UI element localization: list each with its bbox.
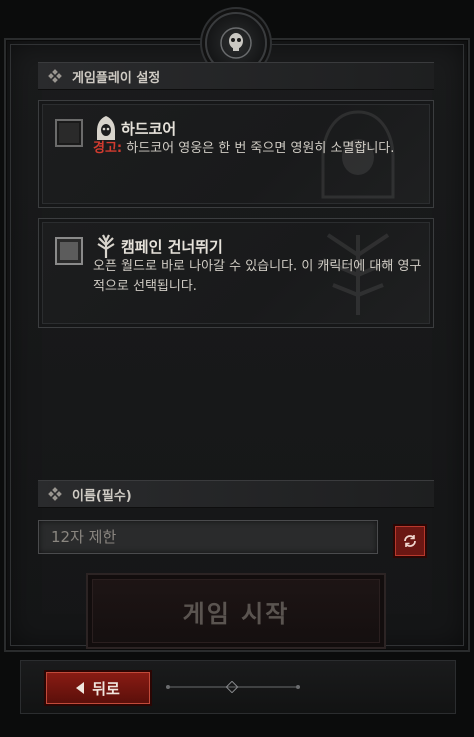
diamond-ornament-icon	[48, 487, 62, 501]
hardcore-description-text: 하드코어 영웅은 한 번 죽으면 영원히 소멸합니다.	[122, 141, 395, 156]
skip-campaign-option[interactable]: 캠페인 건너뛰기 오픈 월드로 바로 나아갈 수 있습니다. 이 캐릭터에 대해…	[38, 218, 434, 328]
character-name-input[interactable]	[38, 520, 378, 554]
tree-icon	[97, 234, 115, 258]
section-title: 이름(필수)	[72, 488, 132, 504]
hardcore-option[interactable]: 하드코어 경고: 하드코어 영웅은 한 번 죽으면 영원히 소멸합니다.	[38, 100, 434, 208]
hardcore-checkbox[interactable]	[55, 119, 83, 147]
section-title: 게임플레이 설정	[72, 70, 161, 86]
refresh-icon	[404, 535, 416, 547]
skip-campaign-description: 오픈 월드로 바로 나아갈 수 있습니다. 이 캐릭터에 대해 영구적으로 선택…	[93, 259, 422, 294]
start-game-button[interactable]: 게임 시작	[86, 573, 386, 649]
back-button[interactable]: 뒤로	[44, 670, 152, 706]
skip-campaign-checkbox[interactable]	[55, 237, 83, 265]
warning-label: 경고:	[93, 141, 123, 156]
left-arrow-icon	[76, 682, 85, 694]
name-header: 이름(필수)	[38, 480, 434, 508]
back-button-label: 뒤로	[92, 679, 120, 698]
skip-campaign-title: 캠페인 건너뛰기	[121, 238, 223, 256]
divider-ornament	[166, 681, 300, 693]
random-name-button[interactable]	[393, 524, 427, 558]
gameplay-settings-header: 게임플레이 설정	[38, 62, 434, 90]
hooded-skull-icon	[97, 116, 115, 140]
hardcore-description: 경고: 하드코어 영웅은 한 번 죽으면 영원히 소멸합니다.	[93, 139, 428, 159]
hardcore-title: 하드코어	[121, 120, 177, 138]
diamond-ornament-icon	[48, 69, 62, 83]
